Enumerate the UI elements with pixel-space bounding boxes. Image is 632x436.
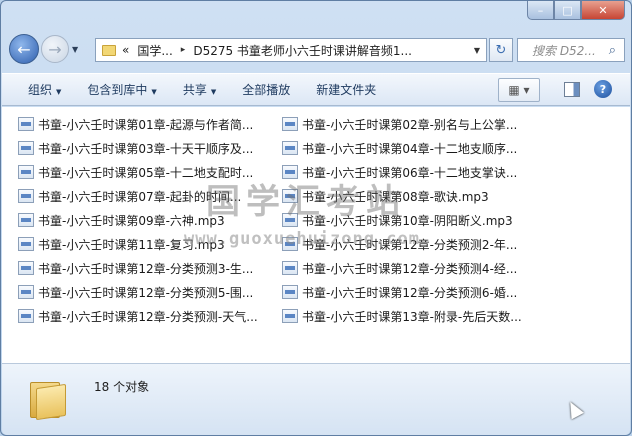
file-item[interactable]: 书童-小六壬时课第04章-十二地支顺序... (282, 137, 517, 159)
file-item[interactable]: 书童-小六壬时课第03章-十天干顺序及... (18, 137, 253, 159)
audio-file-icon (18, 285, 34, 299)
change-view-button[interactable]: ▦ ▾ (498, 78, 540, 102)
forward-arrow-icon: → (48, 39, 62, 59)
maximize-button[interactable]: □ (554, 1, 581, 20)
new-folder-button[interactable]: 新建文件夹 (303, 81, 389, 98)
audio-file-icon (18, 189, 34, 203)
address-segment-parent[interactable]: 国学... (137, 42, 172, 59)
file-item[interactable]: 书童-小六壬时课第13章-附录-先后天数... (282, 305, 522, 327)
file-item[interactable]: 书童-小六壬时课第09章-六神.mp3 (18, 209, 225, 231)
audio-file-icon (18, 309, 34, 323)
audio-file-icon (282, 261, 298, 275)
folder-icon (30, 378, 72, 421)
close-button[interactable]: ✕ (581, 1, 625, 20)
back-button[interactable]: ← (9, 34, 39, 64)
audio-file-icon (282, 117, 298, 131)
folder-icon (102, 44, 116, 56)
organize-menu[interactable]: 组织 ▼ (2, 81, 74, 98)
file-item[interactable]: 书童-小六壬时课第12章-分类预测3-生... (18, 257, 253, 279)
refresh-button[interactable]: ↻ (489, 38, 513, 62)
help-icon[interactable]: ? (594, 80, 612, 98)
audio-file-icon (18, 261, 34, 275)
address-bar[interactable]: « 国学... ▸ D5275 书童老师小六壬时课讲解音频1... ▼ (95, 38, 487, 62)
dropdown-caret-icon: ▼ (210, 88, 217, 96)
audio-file-icon (282, 285, 298, 299)
audio-file-icon (18, 237, 34, 251)
forward-button[interactable]: → (41, 35, 69, 63)
file-item[interactable]: 书童-小六壬时课第01章-起源与作者简... (18, 113, 253, 135)
file-item[interactable]: 书童-小六壬时课第12章-分类预测6-婚... (282, 281, 517, 303)
command-bar: 组织 ▼ 包含到库中 ▼ 共享 ▼ 全部播放 新建文件夹 ▦ ▾ ? (2, 73, 630, 106)
refresh-icon: ↻ (495, 42, 507, 58)
audio-file-icon (18, 117, 34, 131)
include-in-library-menu[interactable]: 包含到库中 ▼ (74, 81, 169, 98)
audio-file-icon (18, 165, 34, 179)
view-grid-icon: ▦ ▾ (508, 83, 530, 97)
file-item[interactable]: 书童-小六壬时课第12章-分类预测4-经... (282, 257, 517, 279)
file-item[interactable]: 书童-小六壬时课第12章-分类预测5-围... (18, 281, 253, 303)
breadcrumb-chevron-icon[interactable]: ▸ (181, 45, 186, 55)
watermark-url: www.guoxuehuizong.com (184, 229, 420, 249)
audio-file-icon (282, 309, 298, 323)
audio-file-icon (282, 141, 298, 155)
address-segment-current[interactable]: D5275 书童老师小六壬时课讲解音频1... (193, 42, 412, 59)
recent-pages-dropdown-icon[interactable]: ▼ (72, 45, 78, 54)
share-menu[interactable]: 共享 ▼ (170, 81, 229, 98)
nav-buttons: ← → ▼ (9, 34, 78, 64)
watermark-text: 国学汇考站 (206, 182, 406, 222)
details-pane: 18 个对象 (2, 363, 630, 435)
preview-pane-icon[interactable] (564, 82, 580, 97)
item-count: 18 个对象 (94, 380, 150, 394)
file-item[interactable]: 书童-小六壬时课第12章-分类预测-天气... (18, 305, 258, 327)
audio-file-icon (18, 141, 34, 155)
search-icon[interactable]: ⌕ (609, 43, 616, 58)
dropdown-caret-icon: ▼ (151, 88, 157, 96)
caption-buttons: – □ ✕ (527, 1, 625, 20)
play-all-button[interactable]: 全部播放 (229, 81, 303, 98)
back-arrow-icon: ← (17, 39, 31, 59)
audio-file-icon (18, 213, 34, 227)
dropdown-caret-icon: ▼ (56, 88, 62, 96)
search-placeholder: 搜索 D52... (532, 43, 596, 58)
file-item[interactable]: 书童-小六壬时课第02章-别名与上公掌... (282, 113, 517, 135)
search-input[interactable]: 搜索 D52... ⌕ (517, 38, 625, 62)
address-overflow[interactable]: « (122, 43, 129, 57)
minimize-button[interactable]: – (527, 1, 554, 20)
address-dropdown-icon[interactable]: ▼ (474, 46, 480, 55)
explorer-window: – □ ✕ ← → ▼ « 国学... ▸ D5275 书童老师小六壬时课讲解音… (0, 0, 632, 436)
